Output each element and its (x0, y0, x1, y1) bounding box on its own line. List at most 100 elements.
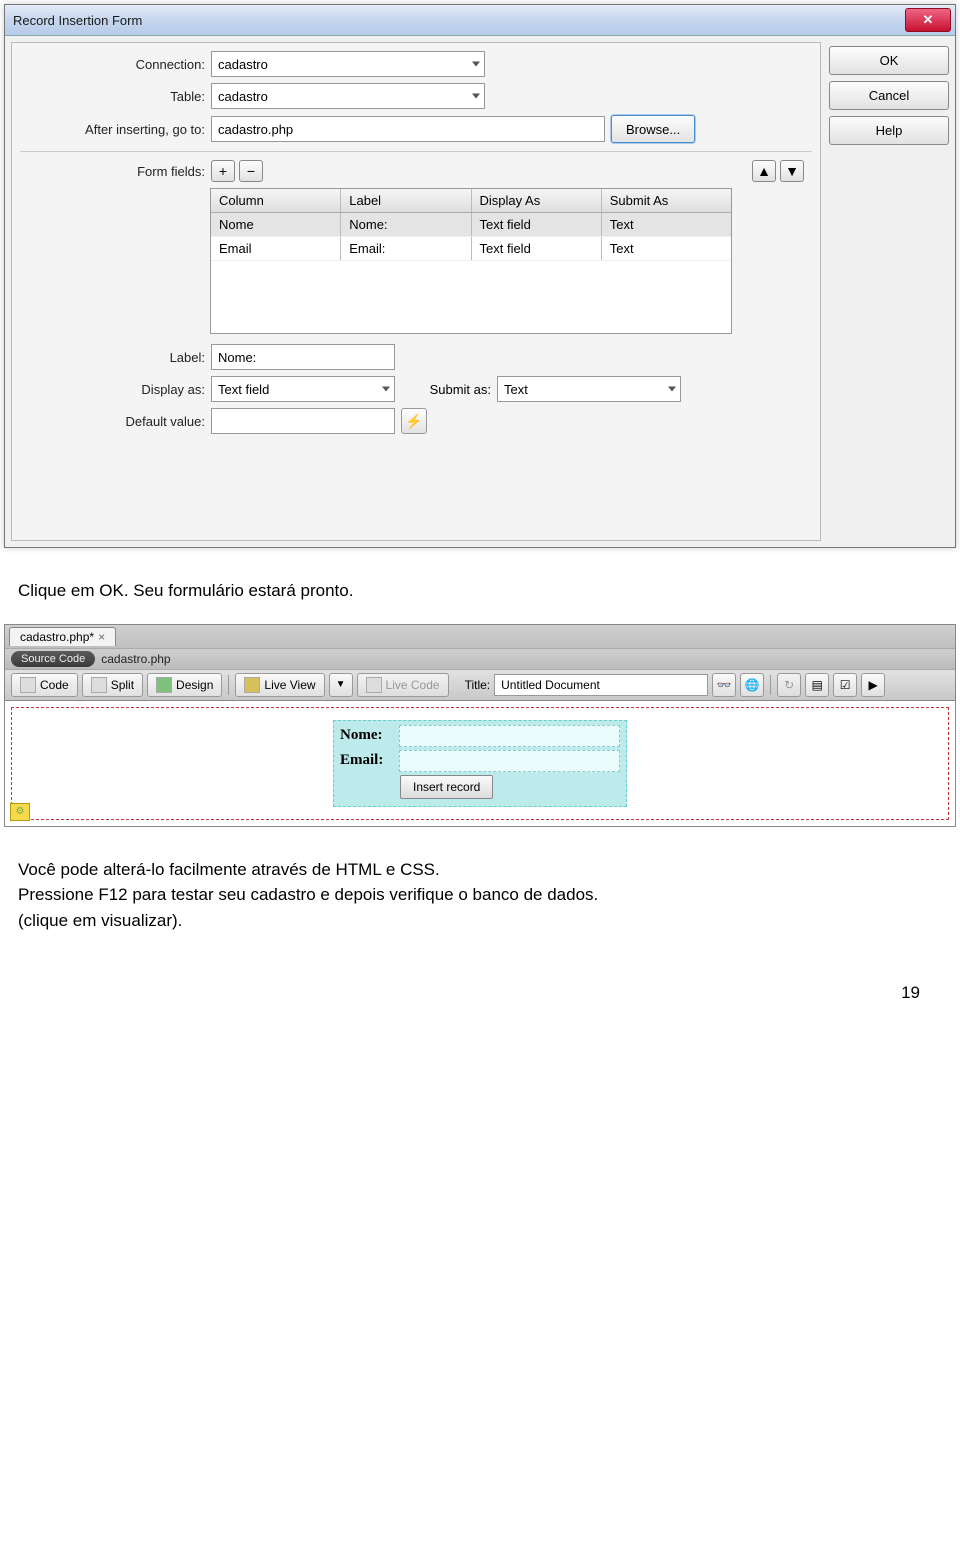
cancel-button[interactable]: Cancel (829, 81, 949, 110)
grid-body: Nome Nome: Text field Text Email Email: … (211, 213, 731, 333)
toolbar-separator (770, 675, 771, 695)
cell-column: Nome (211, 213, 341, 236)
displayas-combo[interactable]: Text field (211, 376, 395, 402)
page-number: 19 (0, 953, 960, 1013)
tab-label: cadastro.php* (20, 630, 94, 644)
connection-combo[interactable]: cadastro (211, 51, 485, 77)
record-insertion-dialog: Record Insertion Form ✕ Connection: cada… (4, 4, 956, 548)
col-label: Label (341, 189, 471, 212)
refresh-button[interactable]: ↻ (777, 673, 801, 697)
table-value: cadastro (218, 89, 268, 104)
chevron-down-icon (472, 94, 480, 99)
displayas-value: Text field (218, 382, 269, 397)
label-row: Label: Nome: (20, 344, 812, 370)
cell-submitas: Text (602, 213, 731, 236)
cell-label: Email: (341, 237, 471, 260)
checkbox-icon: ☑ (840, 678, 851, 692)
live-code-button[interactable]: Live Code (357, 673, 449, 697)
form-row-nome: Nome: (340, 725, 620, 747)
toolbar-icon-4[interactable]: ☑ (833, 673, 857, 697)
table-label: Table: (20, 89, 205, 104)
form-row-email: Email: (340, 750, 620, 772)
split-view-button[interactable]: Split (82, 673, 143, 697)
title-input[interactable]: Untitled Document (494, 674, 708, 696)
form-fields-grid[interactable]: Column Label Display As Submit As Nome N… (210, 188, 732, 334)
code-view-button[interactable]: Code (11, 673, 78, 697)
toolbar-icon-2[interactable]: 🌐 (740, 673, 764, 697)
body-text-1: Clique em OK. Seu formulário estará pron… (0, 548, 960, 624)
document-tab[interactable]: cadastro.php* × (9, 627, 116, 646)
cell-displayas: Text field (472, 237, 602, 260)
cell-displayas: Text field (472, 213, 602, 236)
close-tab-icon[interactable]: × (98, 630, 105, 644)
submitas-combo[interactable]: Text (497, 376, 681, 402)
email-label: Email: (340, 752, 395, 769)
chevron-down-icon (472, 62, 480, 67)
cell-column: Email (211, 237, 341, 260)
live-view-dropdown[interactable]: ▼ (329, 673, 353, 697)
chevron-down-icon (668, 387, 676, 392)
document-tabs: cadastro.php* × (5, 625, 955, 648)
form-fields-label: Form fields: (20, 164, 205, 179)
after-input[interactable]: cadastro.php (211, 116, 605, 142)
displayas-label: Display as: (20, 382, 205, 397)
label-value: Nome: (218, 350, 256, 365)
design-canvas[interactable]: Nome: Email: Insert record ⚙ (5, 701, 955, 826)
connection-row: Connection: cadastro (20, 51, 812, 77)
label-input[interactable]: Nome: (211, 344, 395, 370)
default-label: Default value: (20, 414, 205, 429)
text-line: Você pode alterá-lo facilmente através d… (18, 857, 942, 883)
dialog-body: Connection: cadastro Table: cadastro Aft… (5, 36, 955, 547)
submitas-value: Text (504, 382, 528, 397)
dialog-main: Connection: cadastro Table: cadastro Aft… (11, 42, 821, 541)
insert-form: Nome: Email: Insert record (333, 720, 627, 807)
move-up-button[interactable]: ▲ (752, 160, 776, 182)
dreamweaver-panel: cadastro.php* × Source Code cadastro.php… (4, 624, 956, 827)
close-icon: ✕ (923, 12, 934, 28)
nome-input[interactable] (399, 725, 620, 747)
dynamic-data-button[interactable]: ⚡ (401, 408, 427, 434)
ok-button[interactable]: OK (829, 46, 949, 75)
remove-field-button[interactable]: − (239, 160, 263, 182)
source-code-pill[interactable]: Source Code (11, 651, 95, 667)
insert-record-button[interactable]: Insert record (400, 775, 493, 799)
body-text-2: Você pode alterá-lo facilmente através d… (0, 827, 960, 954)
grid-row[interactable]: Nome Nome: Text field Text (211, 213, 731, 237)
related-file[interactable]: cadastro.php (101, 652, 170, 666)
title-value: Untitled Document (501, 678, 600, 692)
lightning-icon: ⚡ (405, 413, 422, 430)
connection-label: Connection: (20, 57, 205, 72)
dialog-right-col: OK Cancel Help (829, 42, 949, 541)
email-input[interactable] (399, 750, 620, 772)
server-behavior-icon[interactable]: ⚙ (10, 803, 30, 821)
chevron-down-icon (382, 387, 390, 392)
play-icon: ▶ (869, 678, 878, 692)
field-detail: Label: Nome: Display as: Text field Subm… (20, 344, 812, 434)
design-view-button[interactable]: Design (147, 673, 222, 697)
after-row: After inserting, go to: cadastro.php Bro… (20, 115, 812, 143)
col-displayas: Display As (472, 189, 602, 212)
text-line: Pressione F12 para testar seu cadastro e… (18, 882, 942, 908)
move-down-button[interactable]: ▼ (780, 160, 804, 182)
table-combo[interactable]: cadastro (211, 83, 485, 109)
add-remove-buttons: + − (211, 160, 263, 182)
related-files-bar: Source Code cadastro.php (5, 648, 955, 669)
close-button[interactable]: ✕ (905, 8, 951, 32)
help-button[interactable]: Help (829, 116, 949, 145)
toolbar-icon-5[interactable]: ▶ (861, 673, 885, 697)
dialog-titlebar: Record Insertion Form ✕ (5, 5, 955, 36)
display-submit-row: Display as: Text field Submit as: Text (20, 376, 812, 402)
default-input[interactable] (211, 408, 395, 434)
chevron-down-icon: ▼ (336, 679, 346, 690)
live-view-button[interactable]: Live View (235, 673, 324, 697)
toolbar-icon-3[interactable]: ▤ (805, 673, 829, 697)
grid-row[interactable]: Email Email: Text field Text (211, 237, 731, 261)
triangle-up-icon: ▲ (757, 164, 771, 178)
submitas-label: Submit as: (401, 382, 491, 397)
add-field-button[interactable]: + (211, 160, 235, 182)
browse-button[interactable]: Browse... (611, 115, 695, 143)
toolbar-icon-1[interactable]: 👓 (712, 673, 736, 697)
cell-submitas: Text (602, 237, 731, 260)
col-column: Column (211, 189, 341, 212)
form-row-submit: Insert record (340, 775, 620, 799)
